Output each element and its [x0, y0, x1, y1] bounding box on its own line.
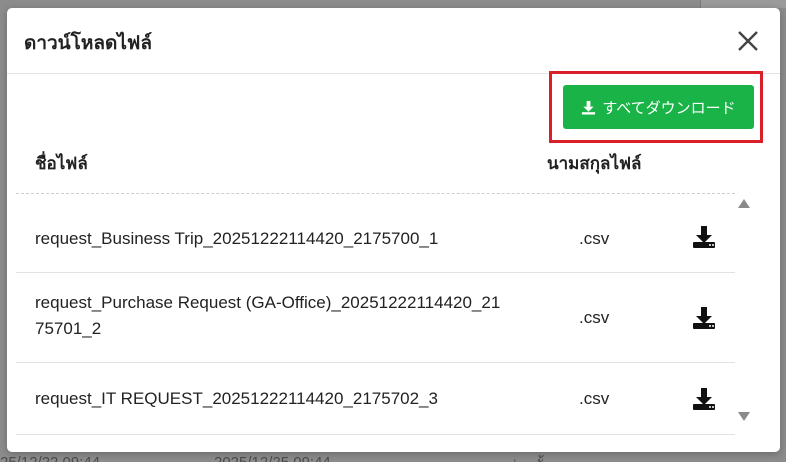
file-extension: .csv [579, 229, 610, 248]
background-topbar [700, 0, 786, 8]
dialog-header: ดาวน์โหลดไฟล์ [7, 8, 780, 74]
download-all-label: すべてダウンロード [602, 98, 736, 117]
download-all-button[interactable]: すべてダウンロード [563, 85, 754, 129]
download-icon [581, 100, 596, 115]
background-cell-status: รายงานข่าวทั้งหมด [455, 454, 580, 462]
file-row: request_IT REQUEST_20251222114420_217570… [16, 363, 735, 435]
close-icon [738, 31, 758, 51]
background-cell-deadline: 2025/12/25 09:44 [214, 454, 331, 462]
background-cell-date: 25/12/22 09:44 [0, 454, 100, 462]
file-extension: .csv [579, 308, 610, 327]
file-download-button[interactable] [692, 225, 716, 249]
download-icon [693, 388, 715, 410]
triangle-up-icon [738, 199, 750, 208]
file-download-button[interactable] [692, 306, 716, 330]
triangle-down-icon [738, 412, 750, 421]
dialog-title: ดาวน์โหลดไฟล์ [24, 32, 153, 54]
file-extension: .csv [579, 389, 610, 408]
close-button[interactable] [735, 28, 761, 54]
file-name: request_Purchase Request (GA-Office)_202… [35, 293, 501, 338]
file-download-button[interactable] [692, 387, 716, 411]
download-icon [693, 307, 715, 329]
scrollbar[interactable] [737, 196, 751, 426]
file-name: request_IT REQUEST_20251222114420_217570… [35, 389, 438, 408]
file-list: request_Business Trip_20251222114420_217… [16, 193, 735, 444]
column-header-extension: นามสกุลไฟล์ [547, 154, 642, 174]
download-icon [693, 226, 715, 248]
scroll-down-arrow[interactable] [737, 410, 751, 422]
file-row: request_Business Trip_20251222114420_217… [16, 194, 735, 273]
file-name: request_Business Trip_20251222114420_217… [35, 229, 439, 248]
column-header-file-name: ชื่อไฟล์ [35, 154, 88, 174]
scroll-up-arrow[interactable] [737, 196, 751, 208]
file-row: request_Purchase Request (GA-Office)_202… [16, 273, 735, 363]
